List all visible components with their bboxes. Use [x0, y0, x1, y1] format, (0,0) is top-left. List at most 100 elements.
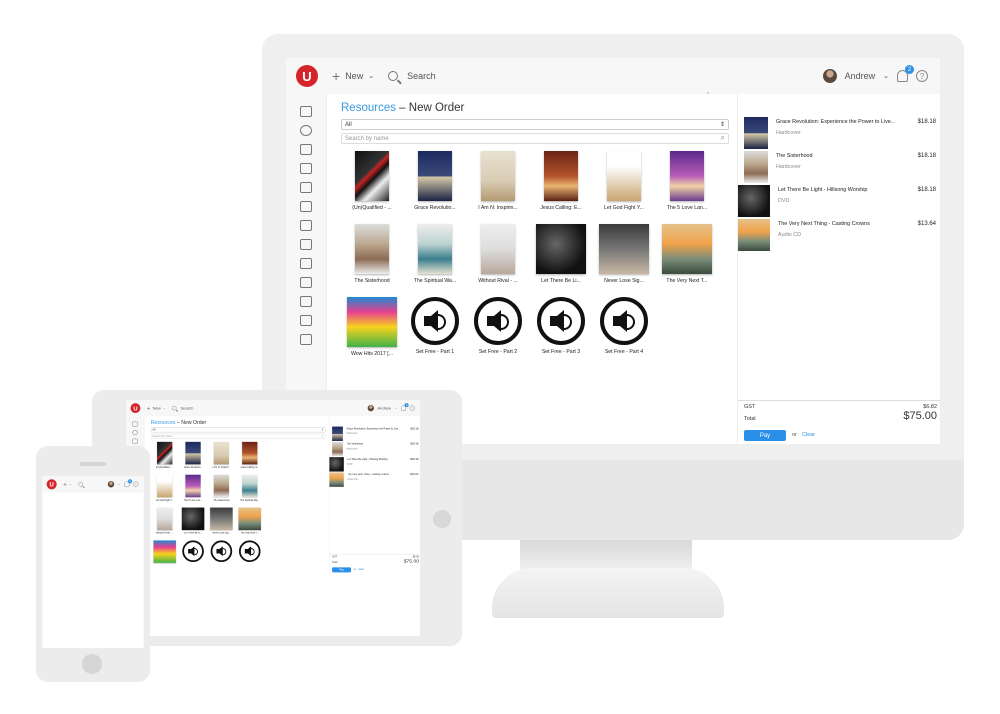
chevron-down-icon[interactable]: ⌄ [883, 72, 889, 80]
chevron-down-icon[interactable]: ⌄ [395, 406, 398, 410]
user-icon[interactable] [132, 430, 138, 436]
cart-items: Grace Revolution: Experience the Power t… [738, 94, 940, 252]
product-tile[interactable]: (Un)Qualified - ... [151, 441, 179, 473]
product-grid: (Un)Qualified - ... Grace Revolutio... I A… [151, 441, 277, 572]
clear-button[interactable]: Clear [802, 432, 815, 438]
help-icon[interactable]: ? [133, 481, 139, 488]
avatar[interactable] [367, 404, 374, 412]
card-icon[interactable] [300, 277, 312, 288]
product-tile[interactable]: Let There Be Li... [530, 221, 592, 293]
product-tile[interactable] [236, 539, 264, 571]
product-tile[interactable]: The 5 Love Lan... [179, 473, 207, 505]
product-tile[interactable] [151, 539, 179, 571]
edit-icon[interactable] [300, 239, 312, 250]
cart-item-price: $13.64 [410, 473, 419, 477]
cart-item[interactable]: The Sisterhood Hardcover $18.18 [329, 441, 420, 457]
bell-icon[interactable]: 2 [400, 403, 409, 411]
calendar-icon[interactable] [300, 182, 312, 193]
home-icon[interactable] [300, 144, 312, 155]
help-icon[interactable]: ? [916, 70, 928, 82]
home-icon[interactable] [132, 438, 138, 444]
product-tile[interactable] [179, 539, 207, 571]
bell-icon[interactable]: 2 [897, 65, 914, 82]
pay-button[interactable]: Pay [332, 567, 351, 573]
avatar[interactable] [822, 69, 837, 83]
product-tile[interactable]: Set Free - Part 2 [467, 294, 529, 366]
product-tile[interactable]: Let There Be Li... [179, 506, 207, 538]
product-tile[interactable]: Never Lose Sig... [593, 221, 655, 293]
new-button[interactable]: + New ⌄ [147, 405, 166, 412]
product-tile[interactable]: Let God Fight Y... [151, 473, 179, 505]
history-icon[interactable] [300, 258, 312, 269]
product-tile[interactable]: The 5 Love Lan... [656, 148, 718, 220]
search-button[interactable]: Search [388, 71, 436, 81]
product-search-input[interactable]: Search by name [150, 433, 326, 439]
cart-item-format: Hardcover [776, 164, 801, 170]
user-name[interactable]: Andrew [377, 406, 391, 411]
cart-item[interactable]: Let There Be Light - Hillsong Worship DVD… [329, 457, 420, 472]
chevron-down-icon[interactable]: ⌄ [118, 482, 121, 486]
product-tile[interactable]: Wow Hits 2017 [... [341, 294, 403, 366]
product-tile[interactable]: I Am N: Inspirin... [207, 441, 235, 473]
cart-item[interactable]: The Very Next Thing - Casting Crowns Audi… [329, 472, 420, 487]
avatar[interactable] [107, 481, 115, 488]
product-tile[interactable]: Jesus Calling: E... [236, 441, 264, 473]
user-icon[interactable] [300, 125, 312, 136]
product-tile[interactable]: The Spiritual Wa... [236, 473, 264, 505]
search-label: Search [180, 405, 194, 411]
product-tile[interactable]: The Spiritual Wa... [404, 221, 466, 293]
search-icon [388, 71, 399, 81]
speaker-icon [182, 540, 204, 562]
user-name[interactable]: Andrew [845, 71, 876, 81]
product-tile[interactable]: The Sisterhood [341, 221, 403, 293]
calendar-day-icon[interactable] [300, 201, 312, 212]
product-tile[interactable]: Without Rival - ... [151, 506, 179, 538]
product-tile[interactable]: Set Free - Part 1 [404, 294, 466, 366]
product-tile[interactable]: Set Free - Part 3 [530, 294, 592, 366]
category-select[interactable]: All [341, 119, 729, 130]
pay-button[interactable]: Pay [744, 430, 786, 441]
cart-item[interactable]: Let There Be Light - Hillsong Worship DVD… [738, 184, 940, 218]
product-tile[interactable]: Let God Fight Y... [593, 148, 655, 220]
product-tile[interactable]: I Am N: Inspirin... [467, 148, 529, 220]
search-button[interactable]: Search [171, 405, 194, 411]
new-button[interactable]: + New ⌄ [63, 481, 72, 488]
product-search-input[interactable]: Search by name [341, 133, 729, 144]
cart-item[interactable]: Grace Revolution: Experience the Power t… [329, 426, 420, 441]
help-icon[interactable]: ? [409, 405, 415, 411]
upload-icon[interactable] [300, 315, 312, 326]
search-button[interactable]: Search [78, 481, 83, 487]
cart-item[interactable]: The Very Next Thing - Casting Crowns Audi… [738, 218, 940, 252]
new-button[interactable]: + New ⌄ [332, 68, 374, 84]
mail-icon[interactable] [300, 220, 312, 231]
product-tile[interactable]: Without Rival - ... [467, 221, 529, 293]
brand-logo[interactable]: U [130, 403, 141, 414]
cart-item[interactable]: Grace Revolution: Experience the Power t… [738, 116, 940, 150]
clear-button[interactable]: Clear [358, 568, 364, 571]
product-tile[interactable] [207, 539, 235, 571]
people-icon[interactable] [300, 163, 312, 174]
monitor-icon[interactable] [132, 421, 138, 427]
bell-icon[interactable]: 2 [124, 479, 133, 488]
product-tile[interactable]: The Very Next T... [236, 506, 264, 538]
brand-logo[interactable]: U [46, 479, 57, 490]
sync-icon[interactable] [300, 334, 312, 345]
speaker-icon [210, 540, 233, 562]
product-tile[interactable]: Grace Revolutio... [179, 441, 207, 473]
brand-logo[interactable]: U [296, 65, 318, 87]
clipboard-icon[interactable] [300, 296, 312, 307]
category-select[interactable]: All [150, 427, 326, 433]
product-tile[interactable]: Set Free - Part 4 [593, 294, 655, 366]
product-tile[interactable]: Never Lose Sig... [207, 506, 235, 538]
breadcrumb-resources[interactable]: Resources [341, 102, 396, 114]
product-tile[interactable]: Grace Revolutio... [404, 148, 466, 220]
cart-item[interactable]: The Sisterhood Hardcover $18.18 [738, 150, 940, 184]
product-tile[interactable]: Jesus Calling: E... [530, 148, 592, 220]
cart-item-price: $18.18 [410, 427, 419, 431]
monitor-icon[interactable] [300, 106, 312, 117]
cart-item-cover [738, 185, 770, 217]
product-tile[interactable]: (Un)Qualified - ... [341, 148, 403, 220]
product-tile[interactable]: The Very Next T... [656, 221, 718, 293]
breadcrumb-resources[interactable]: Resources [151, 420, 176, 425]
product-tile[interactable]: The Sisterhood [207, 473, 235, 505]
